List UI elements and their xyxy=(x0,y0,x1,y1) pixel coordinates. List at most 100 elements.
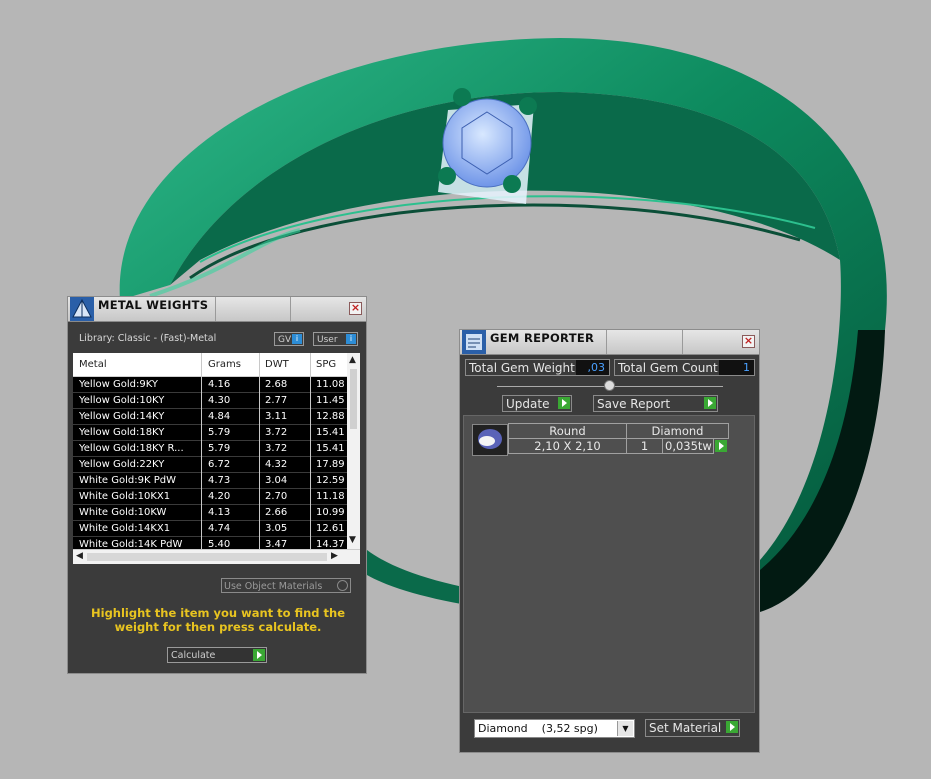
table-row[interactable]: White Gold:10KX1 4.20 2.70 11.18 xyxy=(73,489,347,505)
update-label: Update xyxy=(506,397,550,411)
close-icon[interactable]: × xyxy=(349,302,362,315)
table-cell: 3.72 xyxy=(265,443,288,454)
material-select-value: Diamond (3,52 spg) xyxy=(478,722,598,735)
diamond-icon xyxy=(478,429,502,449)
column-divider xyxy=(259,353,260,549)
gem-list[interactable]: Round Diamond 2,10 X 2,10 1 0,035tw xyxy=(463,415,755,713)
scroll-up-icon[interactable]: ▲ xyxy=(349,355,356,365)
save-report-label: Save Report xyxy=(597,397,671,411)
slider-handle[interactable] xyxy=(604,380,615,391)
set-material-label: Set Material xyxy=(649,721,722,735)
table-cell: 2.68 xyxy=(265,379,288,390)
chevron-down-icon[interactable]: ▼ xyxy=(617,721,633,736)
table-cell: 3.47 xyxy=(265,539,288,549)
table-cell: 11.18 xyxy=(316,491,345,502)
table-row[interactable]: White Gold:14K PdW 5.40 3.47 14.37 xyxy=(73,537,347,549)
table-cell: 4.74 xyxy=(208,523,231,534)
table-cell: Yellow Gold:10KY xyxy=(79,395,165,406)
gem-row[interactable]: Round Diamond 2,10 X 2,10 1 0,035tw xyxy=(508,423,729,454)
table-row[interactable]: Yellow Gold:14KY 4.84 3.11 12.88 xyxy=(73,409,347,425)
total-gem-count-label: Total Gem Count xyxy=(618,361,718,375)
table-cell: 4.84 xyxy=(208,411,231,422)
table-cell: 3.05 xyxy=(265,523,288,534)
table-row[interactable]: White Gold:9K PdW 4.73 3.04 12.59 xyxy=(73,473,347,489)
metal-weights-title: METAL WEIGHTS xyxy=(98,298,209,312)
table-cell: 12.88 xyxy=(316,411,345,422)
library-label: Library: Classic - (Fast)-Metal xyxy=(79,333,217,344)
total-gem-weight-value: ,03 xyxy=(576,360,609,375)
metal-weights-panel: METAL WEIGHTS × Library: Classic - (Fast… xyxy=(67,296,367,674)
table-cell: Yellow Gold:14KY xyxy=(79,411,165,422)
set-material-button[interactable]: Set Material xyxy=(645,719,740,737)
table-row[interactable]: Yellow Gold:22KY 6.72 4.32 17.89 xyxy=(73,457,347,473)
table-row[interactable]: White Gold:10KW 4.13 2.66 10.99 xyxy=(73,505,347,521)
table-row[interactable]: Yellow Gold:10KY 4.30 2.77 11.45 xyxy=(73,393,347,409)
table-cell: 4.73 xyxy=(208,475,231,486)
scroll-right-icon[interactable]: ▶ xyxy=(331,551,338,561)
close-icon[interactable]: × xyxy=(742,335,755,348)
vertical-scrollbar[interactable]: ▲ ▼ xyxy=(347,353,360,549)
save-report-button[interactable]: Save Report xyxy=(593,395,718,412)
table-cell: White Gold:9K PdW xyxy=(79,475,176,486)
table-row[interactable]: Yellow Gold:18KY R... 5.79 3.72 15.41 xyxy=(73,441,347,457)
scroll-thumb[interactable] xyxy=(87,553,327,561)
info-icon: i xyxy=(292,334,302,344)
gem-reporter-titlebar[interactable]: GEM REPORTER × xyxy=(460,330,759,355)
gem-report-icon xyxy=(462,330,486,354)
column-header[interactable]: DWT xyxy=(265,359,289,370)
titlebar-divider xyxy=(606,330,607,354)
info-icon: i xyxy=(346,334,356,344)
table-cell: 12.61 xyxy=(316,523,345,534)
table-cell: 4.16 xyxy=(208,379,231,390)
scroll-left-icon[interactable]: ◀ xyxy=(76,551,83,561)
column-header[interactable]: Metal xyxy=(79,359,107,370)
scroll-thumb[interactable] xyxy=(350,369,357,429)
play-icon[interactable] xyxy=(715,440,727,452)
gv-label: GV xyxy=(278,335,292,345)
table-cell: Yellow Gold:18KY R... xyxy=(79,443,184,454)
table-cell: 5.79 xyxy=(208,427,231,438)
user-button[interactable]: User i xyxy=(313,332,358,346)
gem-shape: Round xyxy=(508,423,627,439)
material-select[interactable]: Diamond (3,52 spg) ▼ xyxy=(474,719,635,738)
calculate-label: Calculate xyxy=(171,650,216,661)
use-object-materials-toggle[interactable]: Use Object Materials xyxy=(221,578,351,593)
table-header: Metal Grams DWT SPG xyxy=(73,353,360,377)
table-row[interactable]: Yellow Gold:18KY 5.79 3.72 15.41 xyxy=(73,425,347,441)
table-row[interactable]: Yellow Gold:9KY 4.16 2.68 11.08 xyxy=(73,377,347,393)
table-cell: 3.11 xyxy=(265,411,288,422)
titlebar-divider xyxy=(215,297,216,321)
gv-button[interactable]: GV i xyxy=(274,332,304,346)
table-cell: White Gold:10KW xyxy=(79,507,167,518)
radio-icon[interactable] xyxy=(337,580,348,591)
table-cell: 10.99 xyxy=(316,507,345,518)
metal-weights-titlebar[interactable]: METAL WEIGHTS × xyxy=(68,297,366,322)
table-cell: 12.59 xyxy=(316,475,345,486)
column-header[interactable]: SPG xyxy=(316,359,336,370)
table-cell: 5.40 xyxy=(208,539,231,549)
user-label: User xyxy=(317,335,338,345)
play-icon[interactable] xyxy=(253,649,265,661)
horizontal-scrollbar[interactable]: ◀ ▶ xyxy=(73,549,360,564)
play-icon[interactable] xyxy=(704,397,716,409)
table-row[interactable]: White Gold:14KX1 4.74 3.05 12.61 xyxy=(73,521,347,537)
total-gem-weight-label: Total Gem Weight xyxy=(469,361,575,375)
column-divider xyxy=(310,353,311,549)
table-cell: 2.66 xyxy=(265,507,288,518)
update-button[interactable]: Update xyxy=(502,395,572,412)
table-cell: 15.41 xyxy=(316,427,345,438)
play-icon[interactable] xyxy=(726,721,738,733)
gem-thumbnail[interactable] xyxy=(472,424,508,456)
use-object-materials-label: Use Object Materials xyxy=(224,581,323,592)
play-icon[interactable] xyxy=(558,397,570,409)
titlebar-divider xyxy=(290,297,291,321)
table-cell: 4.32 xyxy=(265,459,288,470)
calculate-button[interactable]: Calculate xyxy=(167,647,267,663)
table-cell: 4.20 xyxy=(208,491,231,502)
column-header[interactable]: Grams xyxy=(208,359,241,370)
metal-table[interactable]: Metal Grams DWT SPG Yellow Gold:9KY 4.16 2… xyxy=(73,353,360,549)
table-cell: 3.72 xyxy=(265,427,288,438)
table-cell: 2.77 xyxy=(265,395,288,406)
table-cell: 6.72 xyxy=(208,459,231,470)
scroll-down-icon[interactable]: ▼ xyxy=(349,535,356,545)
